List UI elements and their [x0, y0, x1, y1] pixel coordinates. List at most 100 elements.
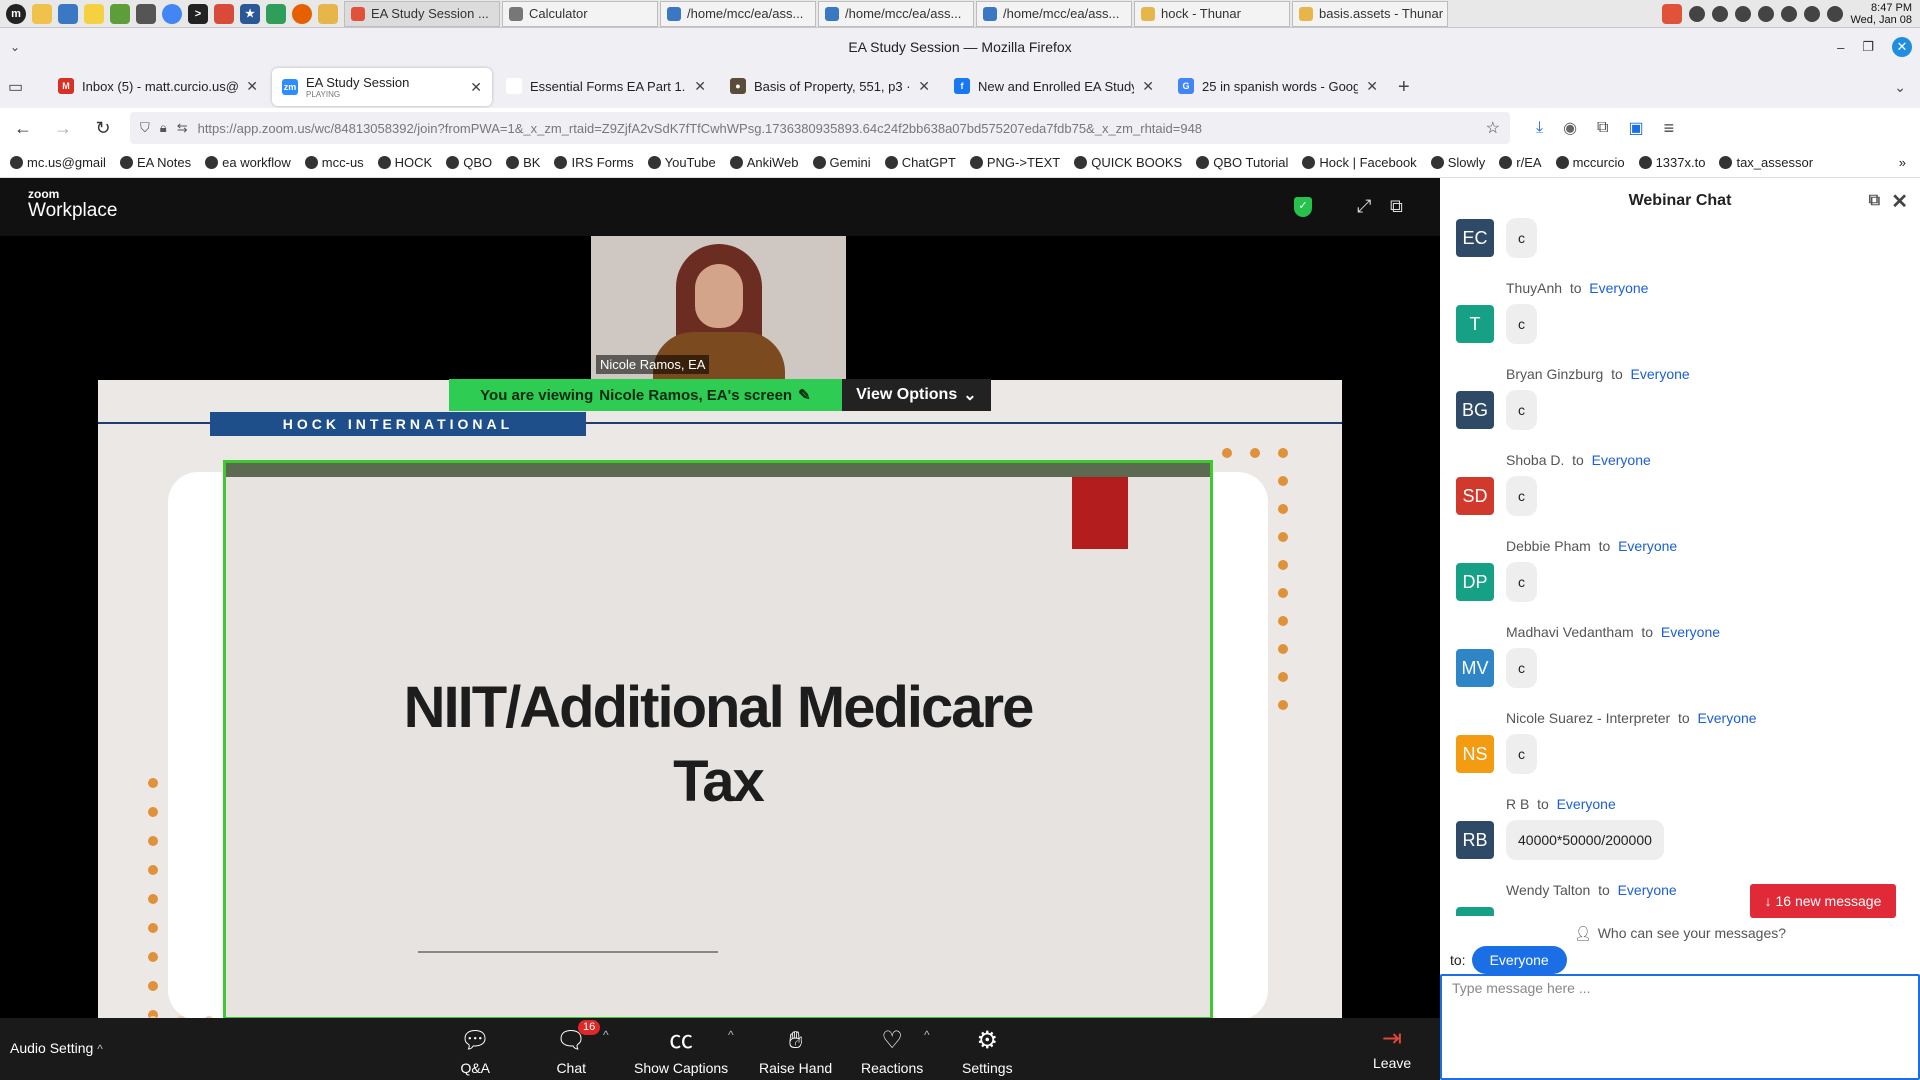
wifi-icon[interactable]: [1781, 5, 1798, 22]
close-tab-icon[interactable]: ✕: [918, 78, 930, 95]
downloads-icon[interactable]: ⤓: [1536, 119, 1543, 137]
bookmark-item[interactable]: mc.us@gmail: [10, 155, 106, 170]
close-tab-icon[interactable]: ✕: [470, 79, 482, 96]
view-switch-icon[interactable]: ⧉: [1390, 196, 1403, 217]
firefox-icon[interactable]: [292, 3, 312, 24]
bluetooth-icon[interactable]: [1712, 5, 1729, 22]
bookmark-item[interactable]: YouTube: [647, 155, 716, 170]
url-bar[interactable]: ⛉ 🔒︎ ⇆ https://app.zoom.us/wc/8481305839…: [130, 112, 1510, 144]
chat-message-input[interactable]: Type message here ...: [1440, 974, 1920, 1080]
forward-icon[interactable]: →: [50, 118, 76, 139]
minimize-icon[interactable]: –: [1837, 40, 1844, 55]
lock-icon[interactable]: 🔒︎: [160, 120, 167, 136]
close-tab-icon[interactable]: ✕: [1142, 78, 1154, 95]
clipboard-icon[interactable]: [1804, 5, 1821, 22]
bookmark-item[interactable]: Gemini: [812, 155, 871, 170]
url-text[interactable]: https://app.zoom.us/wc/84813058392/join?…: [198, 121, 1202, 136]
apps-icon[interactable]: [136, 3, 156, 24]
zoom-tray-icon[interactable]: [1662, 3, 1683, 24]
volume-icon[interactable]: [1827, 5, 1844, 22]
captions-caret-icon[interactable]: ^: [728, 1028, 734, 1042]
bookmark-item[interactable]: mcc-us: [304, 155, 364, 170]
bookmark-item[interactable]: r/EA: [1499, 155, 1542, 170]
taskbar-task[interactable]: /home/mcc/ea/ass...: [818, 0, 974, 27]
browser-tab[interactable]: M Inbox (5) - matt.curcio.us@g ✕: [48, 68, 268, 104]
taskbar-task[interactable]: Calculator: [502, 0, 658, 27]
settings-button[interactable]: ⚙ Settings: [962, 1026, 1013, 1076]
close-chat-icon[interactable]: ✕: [1891, 189, 1908, 214]
bookmark-item[interactable]: QBO Tutorial: [1196, 155, 1288, 170]
permissions-icon[interactable]: ⇆: [177, 120, 188, 136]
audio-setting-button[interactable]: Audio Setting ^: [10, 1040, 103, 1056]
reader-icon[interactable]: [214, 3, 234, 24]
back-icon[interactable]: ←: [10, 118, 36, 139]
taskbar-task[interactable]: basis.assets - Thunar: [1292, 0, 1448, 27]
reload-icon[interactable]: ↻: [90, 118, 116, 139]
extensions-puzzle-icon[interactable]: ⧉: [1597, 119, 1608, 137]
who-can-see-link[interactable]: 👤︎ Who can see your messages?: [1440, 920, 1920, 946]
fullscreen-icon[interactable]: ⤢: [1357, 196, 1371, 217]
new-tab-icon[interactable]: +: [1398, 76, 1410, 99]
container-icon[interactable]: ▣: [1628, 118, 1643, 138]
close-tab-icon[interactable]: ✕: [694, 78, 706, 95]
menu-icon[interactable]: m: [6, 3, 26, 24]
bookmark-item[interactable]: IRS Forms: [554, 155, 634, 170]
bookmark-item[interactable]: tax_assessor: [1719, 155, 1813, 170]
chrome-icon[interactable]: [162, 3, 182, 24]
leave-button[interactable]: ⇥ Leave: [1373, 1024, 1411, 1071]
browser-tab[interactable]: G 25 in spanish words - Googl ✕: [1168, 68, 1388, 104]
browser-tab[interactable]: f New and Enrolled EA Study ✕: [944, 68, 1164, 104]
files-icon[interactable]: [318, 3, 338, 24]
shield-tray-icon[interactable]: [1758, 5, 1775, 22]
window-menu-icon[interactable]: ⌄: [10, 40, 20, 54]
bookmark-item[interactable]: QBO: [446, 155, 492, 170]
bookmark-item[interactable]: PNG->TEXT: [969, 155, 1060, 170]
app-menu-icon[interactable]: ≡: [1664, 118, 1675, 139]
vscode-icon[interactable]: [266, 3, 286, 24]
bookmark-item[interactable]: HOCK: [377, 155, 432, 170]
network-icon[interactable]: [1689, 5, 1706, 22]
terminal-icon[interactable]: >: [188, 3, 208, 24]
audio-caret-icon[interactable]: ^: [97, 1042, 103, 1056]
bookmark-item[interactable]: mccurcio: [1555, 155, 1625, 170]
list-tabs-icon[interactable]: ⌄: [1894, 79, 1906, 96]
editor-icon[interactable]: [84, 3, 104, 24]
bookmark-item[interactable]: ea workflow: [205, 155, 291, 170]
reactions-button[interactable]: ♡ Reactions: [861, 1026, 923, 1076]
maximize-icon[interactable]: ❐: [1862, 39, 1874, 55]
speaker-video[interactable]: Nicole Ramos, EA: [591, 236, 846, 380]
tab-overview-icon[interactable]: ▭: [8, 77, 48, 97]
star-icon[interactable]: ★: [240, 3, 260, 24]
recipient-select[interactable]: Everyone: [1471, 946, 1567, 974]
tracking-shield-icon[interactable]: ⛉: [140, 120, 150, 136]
qa-button[interactable]: 💬︎ Q&A: [460, 1026, 490, 1076]
encryption-shield-icon[interactable]: ✓: [1294, 197, 1312, 217]
bookmark-item[interactable]: 1337x.to: [1638, 155, 1705, 170]
bookmark-item[interactable]: ChatGPT: [884, 155, 956, 170]
view-options-button[interactable]: View Options ⌄: [841, 379, 991, 411]
taskbar-task[interactable]: /home/mcc/ea/ass...: [976, 0, 1132, 27]
taskbar-task[interactable]: hock - Thunar: [1134, 0, 1290, 27]
taskbar-task[interactable]: EA Study Session ...: [344, 0, 500, 27]
chat-caret-icon[interactable]: ^: [603, 1028, 609, 1042]
captions-button[interactable]: ㏄ Show Captions: [634, 1026, 728, 1076]
bookmark-item[interactable]: EA Notes: [119, 155, 191, 170]
bookmark-item[interactable]: Slowly: [1430, 155, 1485, 170]
notification-bell-icon[interactable]: [1735, 5, 1752, 22]
tools-icon[interactable]: [110, 3, 130, 24]
bookmark-item[interactable]: Hock | Facebook: [1302, 155, 1417, 170]
raise-hand-button[interactable]: ✋︎ Raise Hand: [759, 1026, 832, 1076]
bookmark-item[interactable]: QUICK BOOKS: [1074, 155, 1182, 170]
taskbar-task[interactable]: /home/mcc/ea/ass...: [660, 0, 816, 27]
close-tab-icon[interactable]: ✕: [246, 78, 258, 95]
bookmark-item[interactable]: BK: [506, 155, 540, 170]
bookmark-item[interactable]: AnkiWeb: [729, 155, 799, 170]
browser-tab[interactable]: Essential Forms EA Part 1.pdf ✕: [496, 68, 716, 104]
close-tab-icon[interactable]: ✕: [1366, 78, 1378, 95]
close-window-icon[interactable]: ✕: [1892, 37, 1912, 57]
folder-icon[interactable]: [32, 3, 52, 24]
clock[interactable]: 8:47 PM Wed, Jan 08: [1850, 2, 1912, 26]
chat-messages[interactable]: EC c ThuyAnh to Everyone Tc Bryan Ginzburg t…: [1440, 218, 1920, 916]
popout-icon[interactable]: ⧉: [1869, 192, 1880, 210]
bookmarks-overflow-icon[interactable]: »: [1899, 155, 1906, 170]
